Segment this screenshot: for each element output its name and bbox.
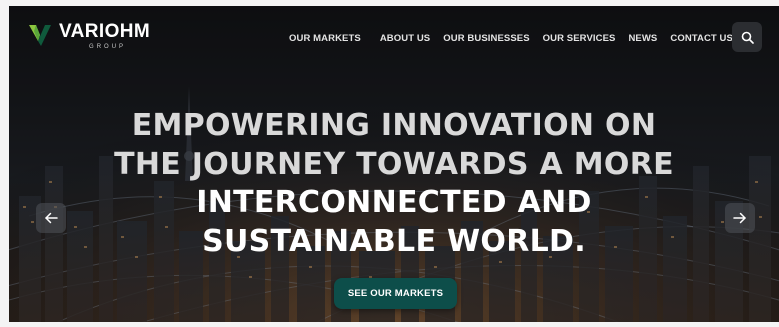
carousel-prev-button[interactable] xyxy=(36,203,66,233)
search-icon xyxy=(741,31,754,44)
logo-wordmark: VARIOHM GROUP xyxy=(59,21,150,52)
arrow-right-icon xyxy=(733,212,746,224)
headline-line-4: SUSTAINABLE WORLD. xyxy=(202,223,586,259)
arrow-left-icon xyxy=(45,212,58,224)
nav-item-news[interactable]: NEWS xyxy=(628,33,657,45)
nav-item-our-businesses[interactable]: OUR BUSINESSES xyxy=(443,33,529,45)
variohm-v-logo-icon xyxy=(29,25,51,46)
headline-line-2: THE JOURNEY TOWARDS A MORE xyxy=(114,146,674,182)
carousel-next-button[interactable] xyxy=(725,203,755,233)
nav-item-our-services[interactable]: OUR SERVICES xyxy=(543,33,616,45)
page: VARIOHM GROUP OUR MARKETS ABOUT US OUR B… xyxy=(0,0,779,327)
main-nav: OUR MARKETS ABOUT US OUR BUSINESSES OUR … xyxy=(289,33,733,45)
nav-item-contact-us[interactable]: CONTACT US xyxy=(670,33,733,45)
hero-banner: VARIOHM GROUP OUR MARKETS ABOUT US OUR B… xyxy=(9,6,779,322)
search-button[interactable] xyxy=(732,22,762,52)
brand-subtitle: GROUP xyxy=(89,44,127,50)
headline-line-3: INTERCONNECTED AND xyxy=(196,185,592,220)
hero-headline: EMPOWERING INNOVATION ON THE JOURNEY TOW… xyxy=(9,107,779,261)
nav-item-our-markets[interactable]: OUR MARKETS xyxy=(289,33,361,45)
brand-logo[interactable]: VARIOHM GROUP xyxy=(28,21,150,52)
nav-item-about-us[interactable]: ABOUT US xyxy=(380,33,430,45)
brand-name: VARIOHM xyxy=(59,21,151,42)
see-our-markets-button[interactable]: SEE OUR MARKETS xyxy=(334,278,457,309)
site-header: VARIOHM GROUP OUR MARKETS ABOUT US OUR B… xyxy=(9,6,779,70)
headline-line-1: EMPOWERING INNOVATION ON xyxy=(131,108,657,143)
